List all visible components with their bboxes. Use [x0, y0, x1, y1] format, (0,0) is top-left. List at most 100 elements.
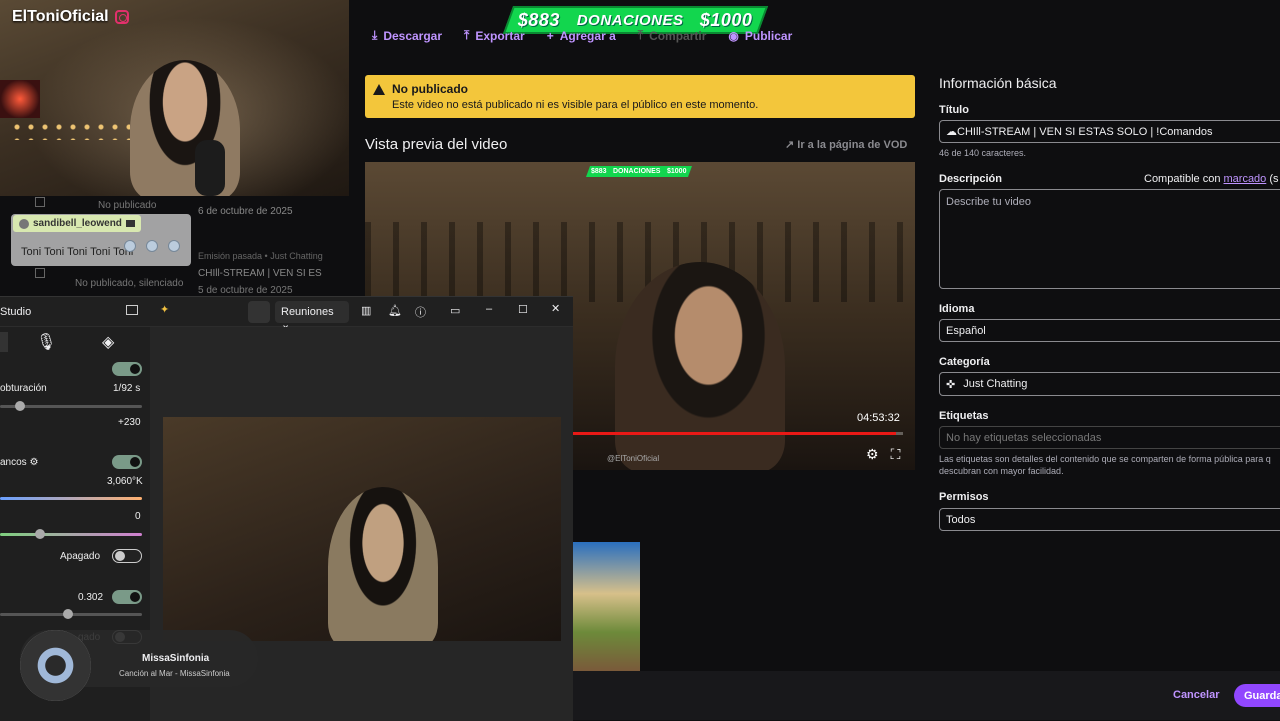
- tags-label: Etiquetas: [939, 410, 989, 422]
- video-progress-bar[interactable]: [573, 432, 903, 435]
- cancel-button[interactable]: Cancelar: [1173, 689, 1219, 701]
- donation-title: DONACIONES: [576, 11, 684, 29]
- layers-icon[interactable]: ◈: [102, 332, 114, 352]
- permissions-value: Todos: [946, 513, 976, 526]
- notice-title: No publicado: [392, 82, 468, 96]
- donation-title: DONACIONES: [613, 168, 661, 175]
- video-controls: ⚙ ⛶: [866, 446, 900, 463]
- share-icon: ⤒: [637, 28, 644, 42]
- share-button[interactable]: ⤒ Compartir: [638, 28, 707, 43]
- background-video-list: No publicado 6 de octubre de 2025 Emisió…: [35, 180, 350, 300]
- tint-slider[interactable]: [0, 529, 142, 539]
- user-avatar-icon: [19, 218, 29, 229]
- fullscreen-icon[interactable]: ⛶: [891, 446, 901, 463]
- video-watermark: @ElToniOficial: [607, 454, 660, 463]
- eye-icon: ◉: [728, 28, 739, 43]
- tags-help: Las etiquetas son detalles del contenido…: [939, 454, 1271, 464]
- auto-toggle[interactable]: [112, 362, 142, 376]
- white-balance-value: 3,060°K: [107, 476, 143, 487]
- markdown-hint-text: Compatible con: [1144, 173, 1221, 185]
- publish-label: Publicar: [744, 28, 793, 43]
- shutter-slider[interactable]: [0, 401, 142, 411]
- level-slider[interactable]: [0, 609, 142, 619]
- upload-icon: ⤒: [464, 28, 470, 42]
- export-button[interactable]: ⤒ Exportar: [464, 28, 525, 43]
- white-balance-text: ancos: [0, 457, 27, 468]
- chat-emotes: [124, 240, 180, 252]
- download-button[interactable]: ⤓ Descargar: [372, 28, 442, 43]
- list-date: 5 de octubre de 2025: [198, 285, 293, 296]
- vod-page-link[interactable]: ↗ Ir a la página de VOD: [785, 138, 907, 151]
- markdown-link[interactable]: marcado: [1224, 173, 1267, 185]
- category-label: Categoría: [939, 356, 990, 368]
- list-status: No publicado: [98, 200, 157, 211]
- level-toggle[interactable]: [112, 590, 142, 604]
- feature-toggle[interactable]: [112, 549, 142, 563]
- language-select[interactable]: Español: [939, 319, 1280, 342]
- chat-username: sandibell_leowend: [33, 218, 122, 229]
- language-label: Idioma: [939, 303, 975, 315]
- maximize-icon[interactable]: ☐: [518, 303, 528, 316]
- shutter-label: obturación: [0, 383, 47, 394]
- tags-input[interactable]: No hay etiquetas seleccionadas: [939, 426, 1280, 449]
- permissions-select[interactable]: Todos: [939, 508, 1280, 531]
- gain-value: +230: [118, 417, 141, 428]
- preview-heading: Vista previa del video: [365, 136, 508, 153]
- studio-title: Studio: [0, 305, 32, 318]
- white-balance-label: ancos ⚙: [0, 457, 39, 468]
- white-balance-toggle[interactable]: [112, 455, 142, 469]
- tags-help: descubran con mayor facilidad.: [939, 466, 1064, 476]
- white-balance-slider[interactable]: [0, 497, 142, 500]
- panel-icon[interactable]: ▭: [450, 304, 460, 317]
- help-icon[interactable]: ⓘ: [415, 304, 426, 320]
- video-toolbar: ⤓ Descargar ⤒ Exportar + Agregar a ⤒ Compart…: [372, 28, 792, 43]
- title-input[interactable]: ☁CHIll-STREAM | VEN SI ESTAS SOLO | !Com…: [939, 120, 1280, 143]
- game-capture-thumbnail: [573, 542, 640, 671]
- bell-icon[interactable]: 🔔︎: [388, 304, 402, 317]
- download-label: Descargar: [383, 28, 443, 43]
- add-to-label: Agregar a: [559, 28, 616, 43]
- emote-icon: [146, 240, 158, 252]
- checkbox[interactable]: [35, 197, 45, 207]
- list-meta: Emisión pasada • Just Chatting: [198, 251, 323, 261]
- instagram-icon: [114, 10, 129, 24]
- description-textarea[interactable]: Describe tu video: [939, 189, 1280, 289]
- mic-icon[interactable]: 🎙︎: [36, 332, 56, 352]
- category-value: Just Chatting: [963, 378, 1028, 390]
- sparkle-icon[interactable]: ✦: [160, 303, 169, 316]
- markdown-hint-tail: (s: [1269, 173, 1279, 185]
- columns-icon[interactable]: ▥: [361, 304, 371, 317]
- streamer-handle: ElToniOficial: [12, 8, 109, 25]
- chat-username-badge: sandibell_leowend: [13, 215, 141, 232]
- list-date: 6 de octubre de 2025: [198, 206, 293, 217]
- checkbox[interactable]: [35, 268, 45, 278]
- minimize-icon[interactable]: –: [486, 303, 492, 315]
- music-track: Canción al Mar - MissaSinfonia: [119, 669, 230, 678]
- notice-text: Este video no está publicado ni es visib…: [392, 99, 759, 111]
- webcam-overlay: [0, 0, 349, 196]
- video-icon: [125, 220, 135, 227]
- donation-current: $883: [591, 168, 607, 175]
- tab-video[interactable]: [0, 332, 8, 352]
- album-disc-icon: [20, 630, 91, 701]
- close-icon[interactable]: ✕: [551, 302, 560, 315]
- category-select[interactable]: ✜ Just Chatting: [939, 372, 1280, 396]
- sidebar-toggle-icon[interactable]: [126, 305, 138, 315]
- settings-gear-icon[interactable]: ⚙: [866, 446, 879, 463]
- mode-dropdown[interactable]: Reuniones ⌄: [275, 301, 349, 331]
- add-to-button[interactable]: + Agregar a: [547, 28, 616, 43]
- publish-button[interactable]: ◉ Publicar: [728, 28, 792, 43]
- form-footer: Cancelar Guarda: [573, 671, 1280, 720]
- section-title: Información básica: [939, 75, 1057, 91]
- description-placeholder: Describe tu video: [946, 196, 1031, 208]
- list-title[interactable]: CHIll-STREAM | VEN SI ES: [198, 268, 322, 279]
- save-button[interactable]: Guarda: [1234, 684, 1280, 707]
- studio-titlebar: Studio ✦ Reuniones ⌄ ▥ 🔔︎ ⓘ ▭ – ☐ ✕: [0, 297, 573, 331]
- share-label: Compartir: [649, 28, 707, 43]
- plus-icon: +: [546, 28, 554, 43]
- unpublished-notice: No publicado Este video no está publicad…: [365, 75, 915, 118]
- mini-donation-banner: $883 DONACIONES $1000: [585, 166, 693, 177]
- camera-preview: [163, 417, 561, 641]
- tint-value: 0: [135, 511, 141, 522]
- camera-settings-icon[interactable]: [248, 301, 270, 323]
